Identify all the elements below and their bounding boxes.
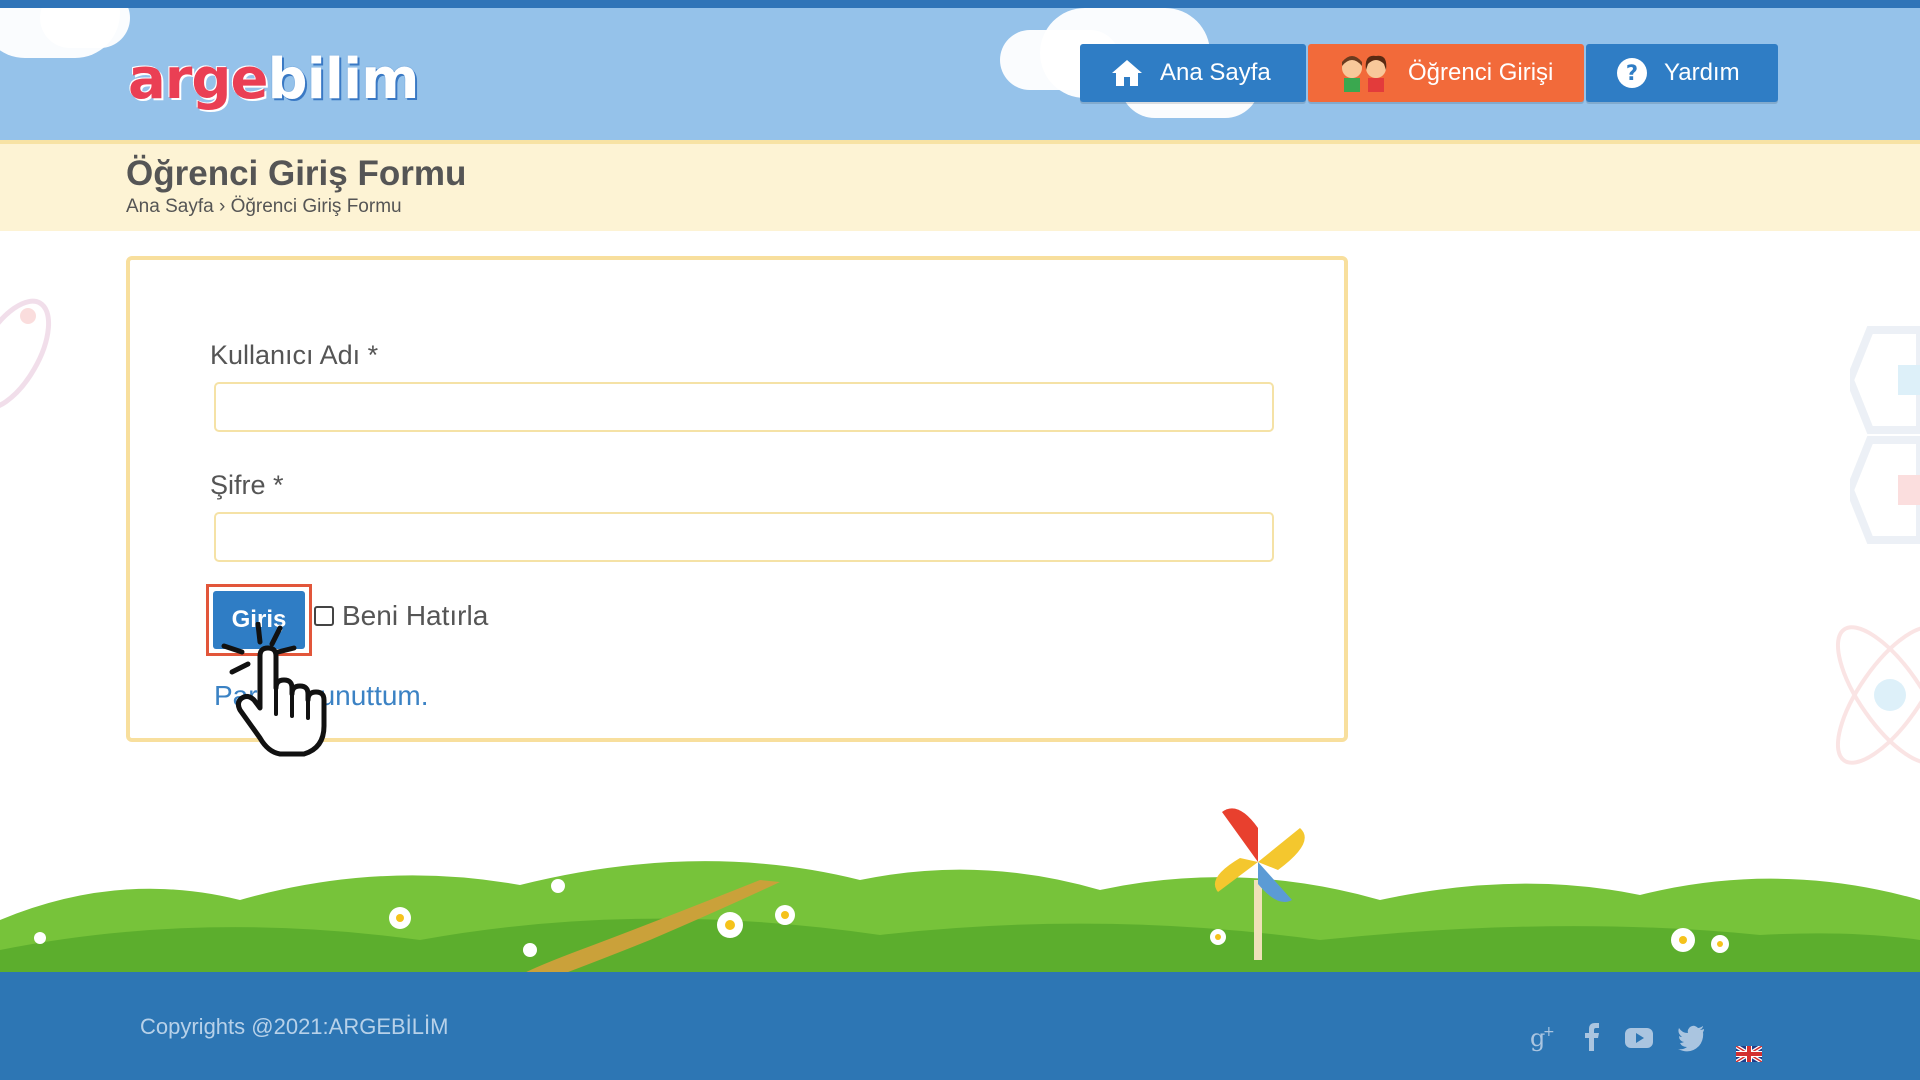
youtube-icon[interactable] bbox=[1624, 1022, 1654, 1052]
twitter-icon[interactable] bbox=[1678, 1022, 1706, 1052]
argebilim-logo[interactable]: argebilim bbox=[128, 40, 420, 120]
landscape-scenery bbox=[0, 808, 1920, 975]
remember-me[interactable]: Beni Hatırla bbox=[314, 600, 488, 632]
uk-flag-icon[interactable] bbox=[1736, 1046, 1762, 1062]
nav-help-label: Yardım bbox=[1664, 59, 1740, 86]
logo-text-bilim: bilim bbox=[267, 47, 419, 112]
atom-decoration-left bbox=[0, 298, 52, 412]
nav-home-label: Ana Sayfa bbox=[1160, 59, 1271, 86]
breadcrumb-current: Öğrenci Giriş Formu bbox=[230, 196, 402, 217]
nav-student-login-label: Öğrenci Girişi bbox=[1408, 59, 1554, 86]
home-icon bbox=[1110, 58, 1144, 88]
copyright-text: Copyrights @2021:ARGEBİLİM bbox=[140, 1014, 449, 1039]
page-title: Öğrenci Giriş Formu bbox=[126, 154, 467, 193]
page-title-bar: Öğrenci Giriş Formu Ana Sayfa › Öğrenci … bbox=[0, 140, 1920, 231]
nav-student-login-button[interactable]: Öğrenci Girişi bbox=[1308, 44, 1584, 102]
username-input[interactable] bbox=[214, 382, 1274, 432]
breadcrumb-separator: › bbox=[218, 196, 226, 217]
breadcrumb: Ana Sayfa › Öğrenci Giriş Formu bbox=[126, 196, 402, 218]
username-label: Kullanıcı Adı * bbox=[210, 340, 379, 370]
site-header: argebilim Ana Sayfa Öğrenci Girişi ? Yar… bbox=[0, 8, 1920, 140]
facebook-icon[interactable] bbox=[1582, 1022, 1602, 1052]
nav-help-button[interactable]: ? Yardım bbox=[1586, 44, 1778, 102]
svg-text:+: + bbox=[1543, 1024, 1555, 1040]
breadcrumb-home-link[interactable]: Ana Sayfa bbox=[126, 196, 214, 217]
top-accent-line bbox=[0, 0, 1920, 8]
students-icon bbox=[1336, 54, 1392, 92]
nav-home-button[interactable]: Ana Sayfa bbox=[1080, 44, 1306, 102]
cloud-decoration bbox=[40, 8, 130, 48]
password-input[interactable] bbox=[214, 512, 1274, 562]
google-plus-icon[interactable]: g + bbox=[1528, 1022, 1558, 1052]
atom-decoration-right bbox=[1835, 625, 1920, 765]
logo-text-arge: arge bbox=[128, 47, 268, 112]
site-footer: Copyrights @2021:ARGEBİLİM g + bbox=[0, 972, 1920, 1080]
hexagon-decoration-right bbox=[1850, 326, 1920, 544]
svg-text:?: ? bbox=[1626, 61, 1638, 85]
password-label: Şifre * bbox=[210, 470, 284, 500]
remember-me-label: Beni Hatırla bbox=[342, 600, 489, 631]
help-icon: ? bbox=[1616, 57, 1648, 89]
hand-cursor-icon bbox=[221, 622, 327, 757]
